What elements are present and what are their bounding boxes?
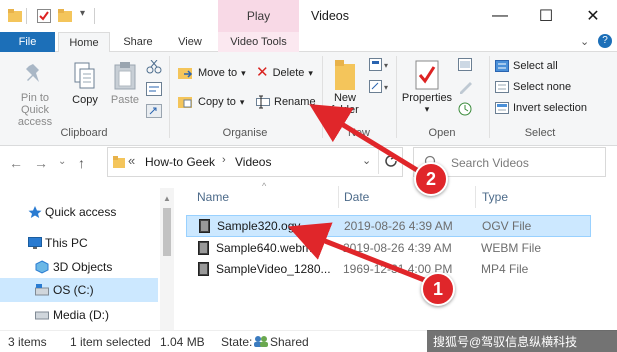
annotation-overlay [288, 104, 433, 286]
watermark: 搜狐号@驾驭信息纵横科技 [427, 330, 617, 352]
status-item-count: 3 items [8, 335, 47, 349]
annotation-badge-2: 2 [414, 162, 448, 196]
shared-icon [253, 335, 269, 347]
annotation-arrow-1 [288, 222, 433, 286]
status-selected: 1 item selected [70, 335, 151, 349]
annotation-badge-1: 1 [421, 272, 455, 306]
status-state-label: State: [221, 335, 253, 349]
annotation-arrow-2 [309, 104, 427, 178]
status-size: 1.04 MB [160, 335, 205, 349]
status-state-value: Shared [270, 335, 309, 349]
